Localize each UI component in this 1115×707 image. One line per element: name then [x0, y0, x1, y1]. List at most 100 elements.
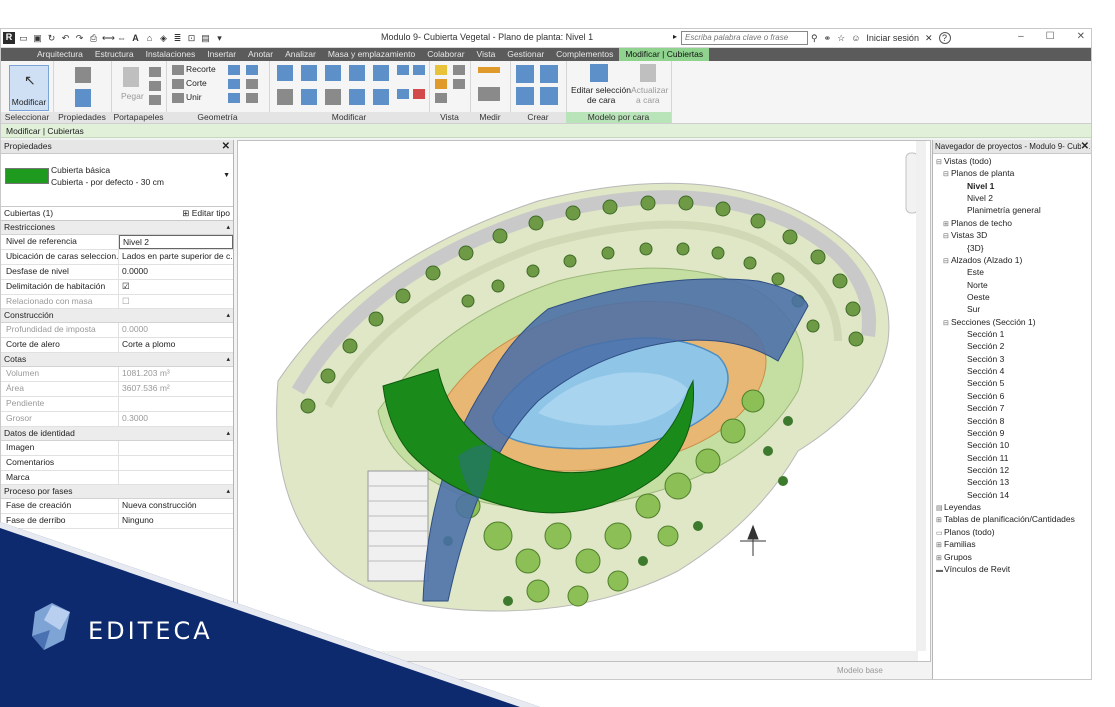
- browser-item[interactable]: ⊟ Alzados (Alzado 1): [933, 254, 1091, 266]
- close-browser-icon[interactable]: ✕: [1080, 140, 1089, 153]
- delete-icon[interactable]: [413, 89, 425, 99]
- cut-icon[interactable]: [149, 67, 161, 77]
- join-icon[interactable]: [172, 93, 184, 103]
- print-icon[interactable]: ⎙: [88, 33, 99, 44]
- property-row[interactable]: Relacionado con masa ☐: [1, 294, 233, 310]
- vertical-scrollbar[interactable]: [916, 141, 926, 651]
- update-face-icon[interactable]: [640, 64, 656, 82]
- pin-icon[interactable]: [413, 65, 425, 75]
- property-row[interactable]: Profundidad de imposta 0.0000: [1, 323, 233, 339]
- collapse-icon[interactable]: ▴: [226, 485, 230, 498]
- ribbon-tab[interactable]: Vista: [471, 48, 502, 61]
- property-value[interactable]: Corte a plomo: [119, 338, 233, 352]
- property-group-header[interactable]: Restricciones ▴: [1, 221, 233, 235]
- ribbon-tab[interactable]: Estructura: [89, 48, 140, 61]
- beam-join-icon[interactable]: [246, 93, 258, 103]
- property-value[interactable]: 0.0000: [119, 265, 233, 279]
- property-row[interactable]: Marca: [1, 470, 233, 486]
- tree-expander-icon[interactable]: ⊟: [943, 169, 951, 181]
- property-value[interactable]: ☑: [119, 280, 233, 294]
- search-expand-icon[interactable]: ▸: [673, 32, 677, 41]
- mirror-axis-icon[interactable]: [325, 65, 341, 81]
- browser-item[interactable]: Sección 1: [933, 328, 1091, 340]
- minimize-icon[interactable]: –: [1018, 31, 1024, 42]
- property-value[interactable]: 0.3000: [119, 412, 233, 426]
- demolish-icon[interactable]: [228, 93, 240, 103]
- undo-icon[interactable]: ↶: [60, 33, 71, 44]
- create-parts-icon[interactable]: [540, 65, 558, 83]
- favorites-icon[interactable]: ☆: [837, 33, 845, 44]
- browser-item[interactable]: ▤Leyendas: [933, 501, 1091, 513]
- customize-qat-icon[interactable]: ▾: [214, 33, 225, 44]
- hide-element-icon[interactable]: [453, 65, 465, 75]
- browser-item[interactable]: Sección 7: [933, 402, 1091, 414]
- property-row[interactable]: Área 3607.536 m²: [1, 382, 233, 398]
- property-value[interactable]: [119, 441, 233, 455]
- tree-expander-icon[interactable]: ▬: [936, 565, 944, 577]
- browser-item[interactable]: Sección 13: [933, 476, 1091, 488]
- close-hidden-icon[interactable]: ⊡: [186, 33, 197, 44]
- edit-face-selection-icon[interactable]: [590, 64, 608, 82]
- property-row[interactable]: Pendiente: [1, 397, 233, 412]
- type-properties-icon[interactable]: [75, 67, 91, 83]
- split-icon[interactable]: [373, 65, 389, 81]
- recorte-label[interactable]: Recorte: [186, 64, 216, 74]
- help-button[interactable]: ?: [938, 32, 951, 44]
- switch-windows-icon[interactable]: ▤: [200, 33, 211, 44]
- signin-button[interactable]: Iniciar sesión: [866, 33, 919, 43]
- create-similar-icon[interactable]: [516, 65, 534, 83]
- browser-item[interactable]: Sección 12: [933, 464, 1091, 476]
- ribbon-tab[interactable]: Complementos: [550, 48, 619, 61]
- hide-in-view-icon[interactable]: [435, 65, 447, 75]
- instance-filter[interactable]: Cubiertas (1) ⊞ Editar tipo: [1, 207, 233, 221]
- copy-icon[interactable]: [149, 81, 161, 91]
- browser-item[interactable]: Sección 11: [933, 452, 1091, 464]
- ribbon-tab[interactable]: Gestionar: [501, 48, 550, 61]
- browser-item[interactable]: ⊟ Secciones (Sección 1): [933, 316, 1091, 328]
- browser-item[interactable]: Planimetría general: [933, 204, 1091, 216]
- save-icon[interactable]: ▣: [32, 33, 43, 44]
- browser-item[interactable]: Sección 10: [933, 439, 1091, 451]
- ribbon-tab[interactable]: Analizar: [279, 48, 322, 61]
- property-row[interactable]: Ubicación de caras seleccion... Lados en …: [1, 249, 233, 265]
- create-assembly-icon[interactable]: [540, 87, 558, 105]
- browser-item[interactable]: ▬Vínculos de Revit: [933, 563, 1091, 577]
- move-icon[interactable]: [277, 89, 293, 105]
- exchange-icon[interactable]: ✕: [925, 33, 933, 44]
- open-icon[interactable]: ▭: [18, 33, 29, 44]
- browser-item[interactable]: {3D}: [933, 242, 1091, 254]
- property-value[interactable]: Nivel 2: [119, 235, 233, 249]
- property-value[interactable]: Nueva construcción: [119, 499, 233, 513]
- mirror-draw-icon[interactable]: [349, 65, 365, 81]
- browser-item[interactable]: Sección 3: [933, 353, 1091, 365]
- create-group-icon[interactable]: [516, 87, 534, 105]
- ribbon-tab[interactable]: Insertar: [201, 48, 242, 61]
- property-row[interactable]: Grosor 0.3000: [1, 411, 233, 427]
- array-icon[interactable]: [373, 89, 389, 105]
- browser-item[interactable]: Nivel 2: [933, 192, 1091, 204]
- corte-label[interactable]: Corte: [186, 78, 207, 88]
- text-icon[interactable]: A: [130, 33, 141, 44]
- ribbon-tab[interactable]: Modificar | Cubiertas: [619, 48, 710, 61]
- edit-type-button[interactable]: ⊞ Editar tipo: [182, 207, 230, 220]
- paint-icon[interactable]: [228, 79, 240, 89]
- cut-geometry-icon[interactable]: [172, 79, 184, 89]
- property-group-header[interactable]: Cotas ▴: [1, 353, 233, 368]
- split-face-icon[interactable]: [246, 65, 258, 75]
- cope-icon[interactable]: [172, 65, 184, 75]
- property-row[interactable]: Comentarios: [1, 455, 233, 471]
- ribbon-tab[interactable]: Colaborar: [421, 48, 470, 61]
- drawing-area[interactable]: [237, 140, 931, 662]
- property-row[interactable]: Imagen: [1, 440, 233, 456]
- property-value[interactable]: 1081.203 m³: [119, 367, 233, 381]
- dimension-icon[interactable]: ⇔: [116, 33, 127, 44]
- browser-item[interactable]: Sección 5: [933, 377, 1091, 389]
- property-row[interactable]: Desfase de nivel 0.0000: [1, 264, 233, 280]
- browser-item[interactable]: Sección 9: [933, 427, 1091, 439]
- property-row[interactable]: Volumen 1081.203 m³: [1, 367, 233, 383]
- browser-item[interactable]: Oeste: [933, 291, 1091, 303]
- offset-icon[interactable]: [301, 65, 317, 81]
- browser-item[interactable]: Sur: [933, 303, 1091, 315]
- property-row[interactable]: Fase de derribo Ninguno: [1, 514, 233, 530]
- tree-expander-icon[interactable]: ⊟: [943, 231, 951, 243]
